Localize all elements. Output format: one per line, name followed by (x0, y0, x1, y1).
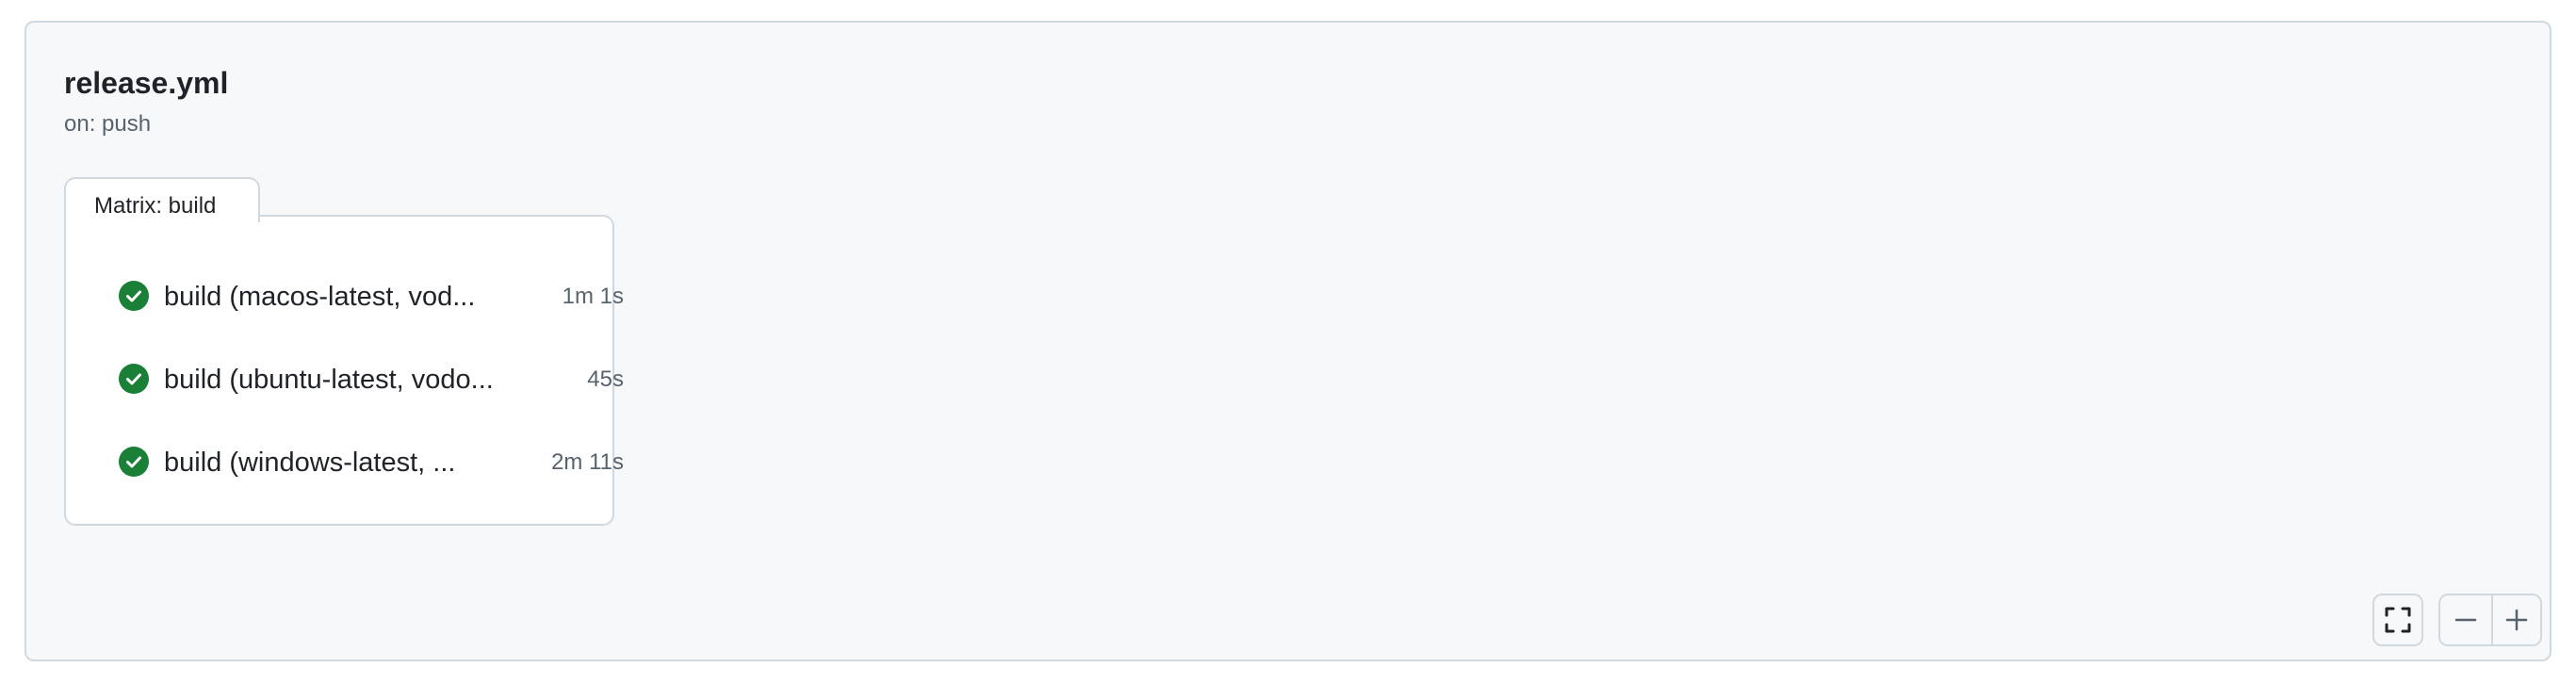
fullscreen-icon (2385, 607, 2411, 633)
matrix-tab: Matrix: build (64, 177, 260, 222)
job-name: build (macos-latest, vod... (164, 282, 476, 312)
zoom-controls (2438, 594, 2542, 646)
job-duration: 1m 1s (562, 284, 624, 309)
workflow-trigger: on: push (64, 111, 152, 137)
job-row-ubuntu[interactable]: build (ubuntu-latest, vodo... 45s (119, 350, 626, 407)
matrix-label: Matrix: build (94, 193, 217, 219)
matrix-job-group: build (macos-latest, vod... 1m 1s build … (64, 215, 624, 526)
job-row-macos[interactable]: build (macos-latest, vod... 1m 1s (119, 268, 626, 324)
success-check-icon (119, 447, 149, 477)
job-name: build (ubuntu-latest, vodo... (164, 365, 494, 395)
zoom-out-button[interactable] (2440, 595, 2493, 644)
job-name: build (windows-latest, ... (164, 448, 456, 478)
job-duration: 45s (587, 366, 624, 392)
job-duration: 2m 11s (551, 449, 624, 475)
minus-icon (2454, 618, 2477, 622)
workflow-title: release.yml (64, 66, 229, 100)
zoom-in-button[interactable] (2491, 595, 2540, 644)
success-check-icon (119, 281, 149, 311)
success-check-icon (119, 364, 149, 394)
fullscreen-button[interactable] (2372, 594, 2423, 646)
plus-icon (2505, 609, 2528, 631)
workflow-graph-panel: release.yml on: push Matrix: build build… (24, 21, 2552, 661)
job-row-windows[interactable]: build (windows-latest, ... 2m 11s (119, 433, 626, 490)
